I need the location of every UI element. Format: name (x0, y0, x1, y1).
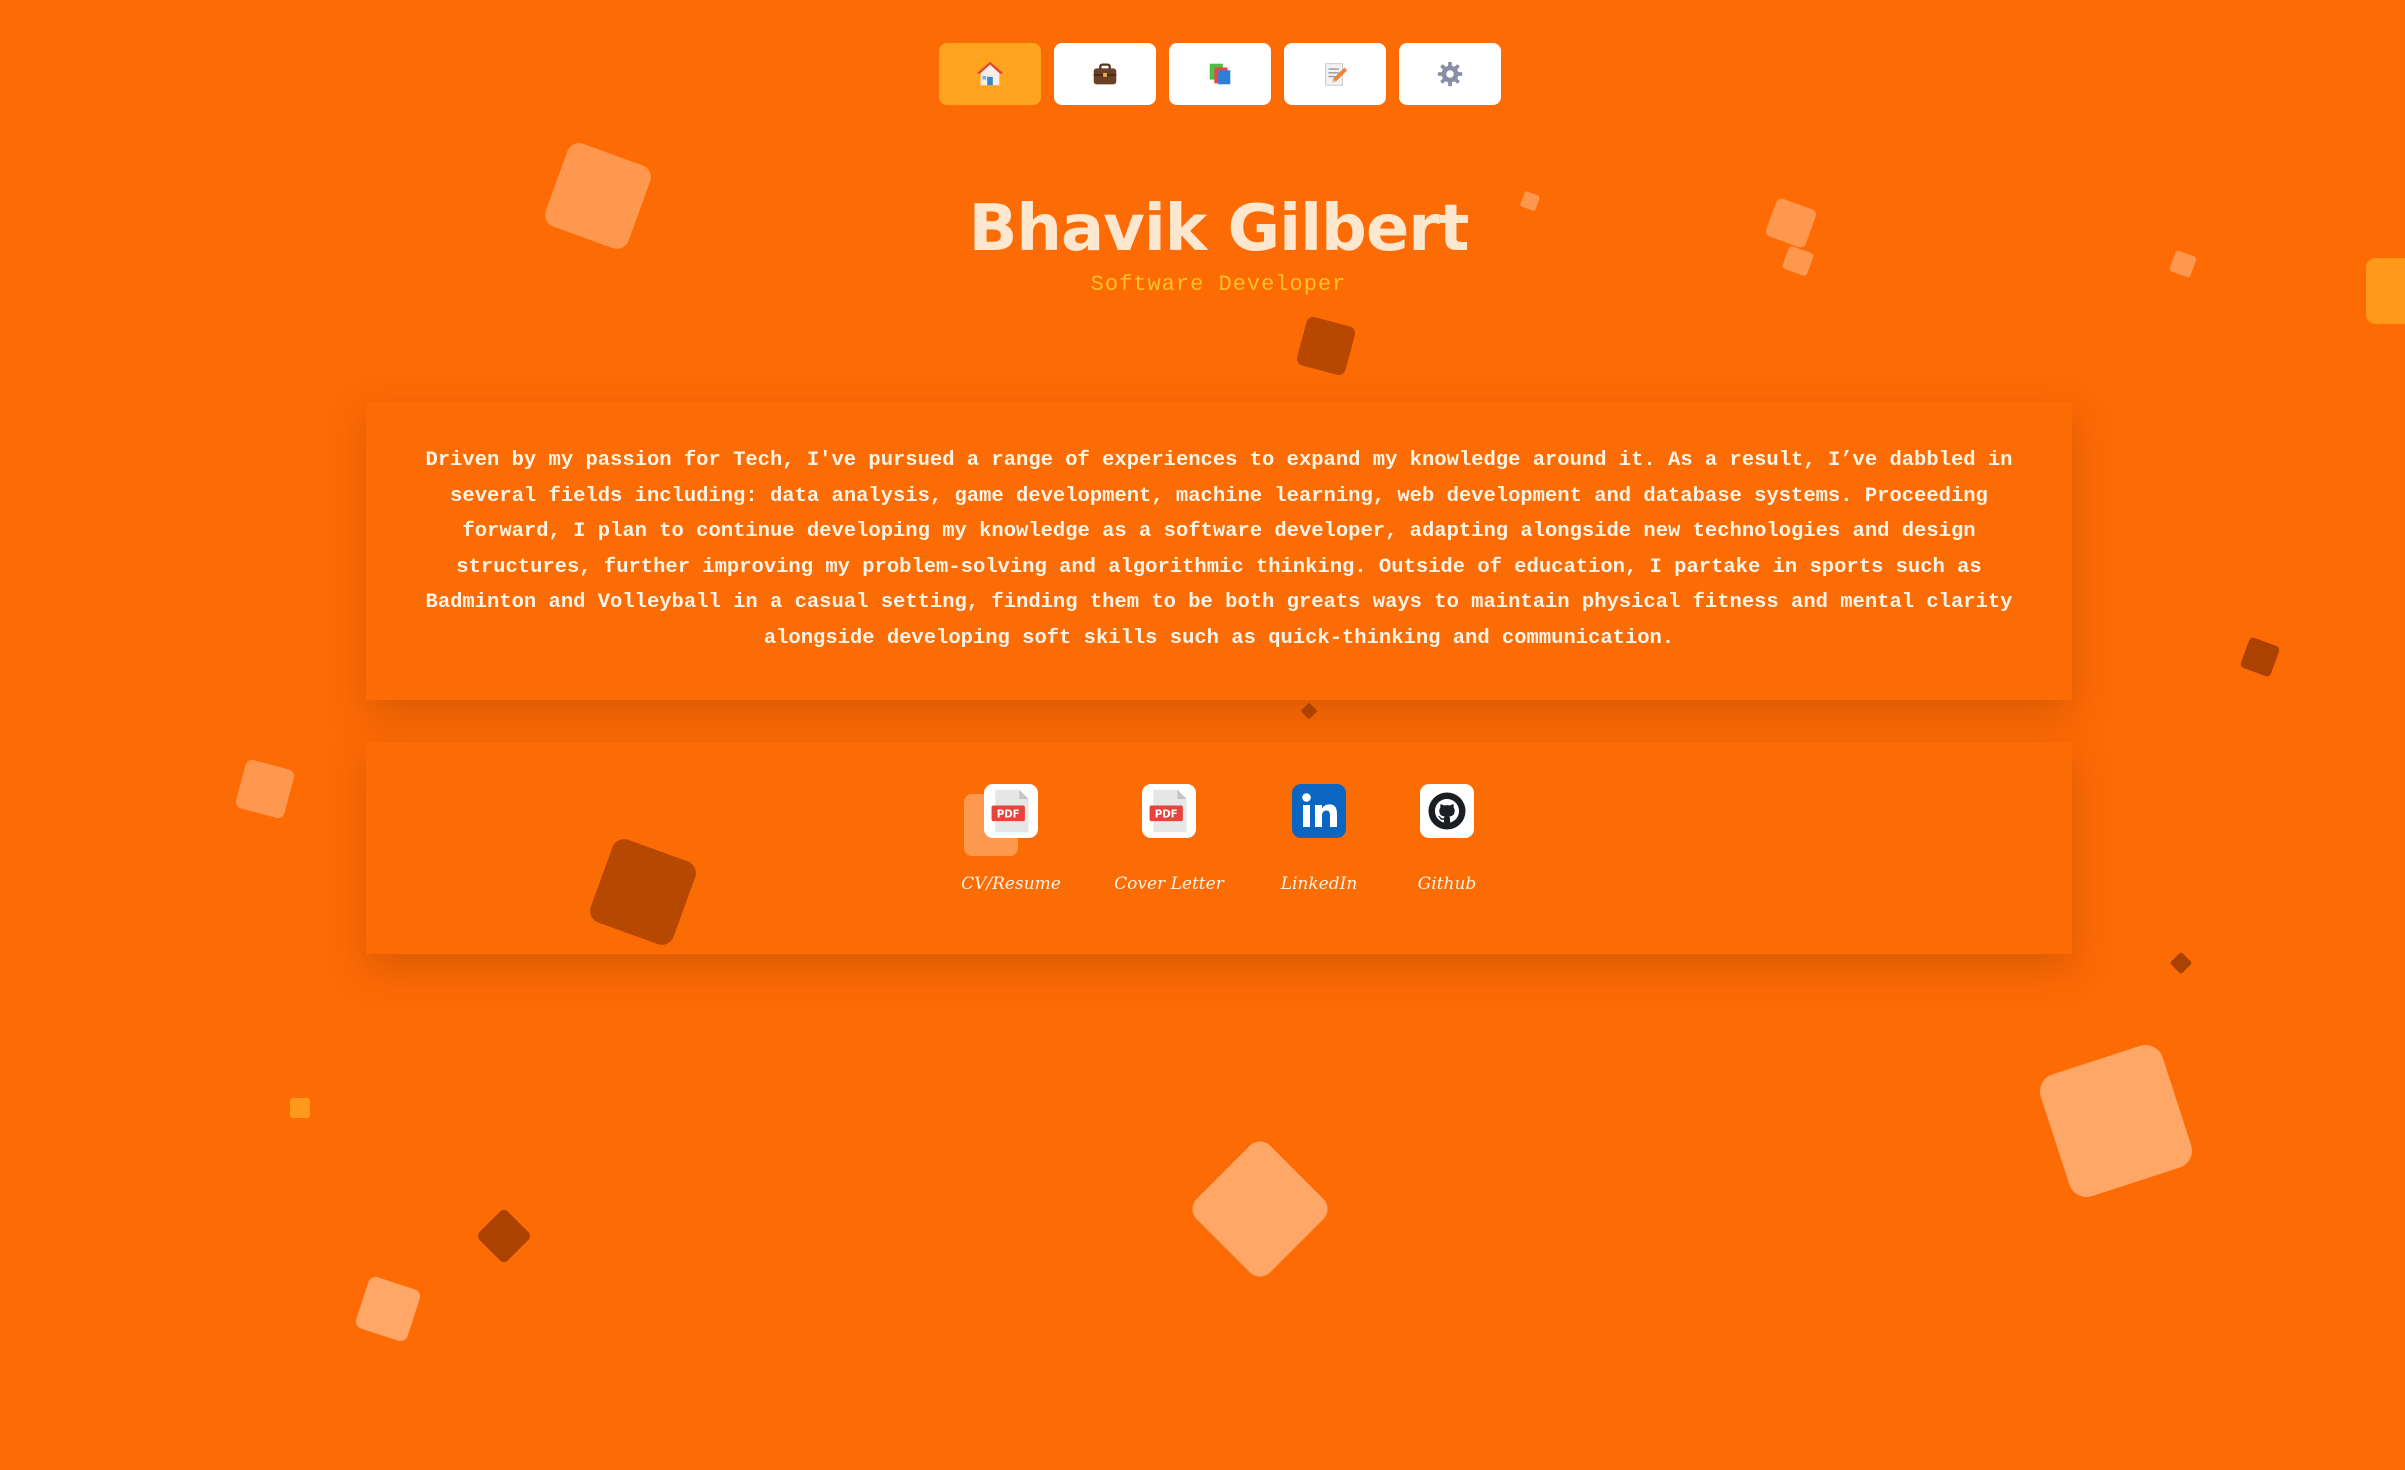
github-link[interactable]: Github (1382, 784, 1512, 894)
gear-icon (1437, 61, 1463, 87)
link-label: CV/Resume (961, 874, 1061, 894)
nav-gallery-button[interactable] (1169, 43, 1271, 105)
nav-projects-button[interactable] (1054, 43, 1156, 105)
nav-home-button[interactable] (939, 43, 1041, 105)
decorative-square (586, 835, 700, 949)
decorative-square (2239, 636, 2281, 678)
top-navigation (939, 43, 1501, 105)
page-title: Bhavik Gilbert (968, 192, 1470, 266)
svg-text:PDF: PDF (997, 809, 1020, 820)
link-label: Github (1417, 874, 1477, 894)
decorative-square (290, 1098, 310, 1118)
stacked-pages-icon (1209, 63, 1231, 85)
decorative-square (234, 758, 296, 820)
linkedin-link[interactable]: LinkedIn (1254, 784, 1384, 894)
nav-settings-button[interactable] (1399, 43, 1501, 105)
memo-icon (1325, 63, 1348, 86)
decorative-square (1186, 1135, 1334, 1283)
cv-resume-link[interactable]: PDF CV/Resume (946, 784, 1076, 894)
house-icon (976, 61, 1004, 86)
decorative-square (2035, 1040, 2197, 1202)
decorative-square (1295, 315, 1357, 377)
decorative-square (475, 1207, 533, 1265)
nav-blog-button[interactable] (1284, 43, 1386, 105)
decorative-square (353, 1274, 423, 1344)
svg-text:PDF: PDF (1155, 809, 1178, 820)
linkedin-icon (1292, 784, 1346, 838)
page-subtitle: Software Developer (1090, 272, 1347, 297)
link-label: LinkedIn (1280, 874, 1358, 894)
page-background: Bhavik Gilbert Software Developer Driven… (0, 0, 2405, 1470)
about-paragraph: Driven by my passion for Tech, I've purs… (425, 449, 2013, 650)
pdf-icon: PDF (1142, 784, 1196, 838)
briefcase-icon (1093, 63, 1117, 85)
cover-letter-link[interactable]: PDF Cover Letter (1104, 784, 1234, 894)
github-icon (1420, 784, 1474, 838)
link-label: Cover Letter (1114, 874, 1224, 894)
links-card: PDF CV/Resume PDF Cover Letter LinkedIn … (366, 742, 2072, 954)
decorative-square (1300, 702, 1318, 720)
about-card: Driven by my passion for Tech, I've purs… (366, 402, 2072, 700)
pdf-icon: PDF (984, 784, 1038, 838)
decorative-square (2169, 951, 2193, 975)
